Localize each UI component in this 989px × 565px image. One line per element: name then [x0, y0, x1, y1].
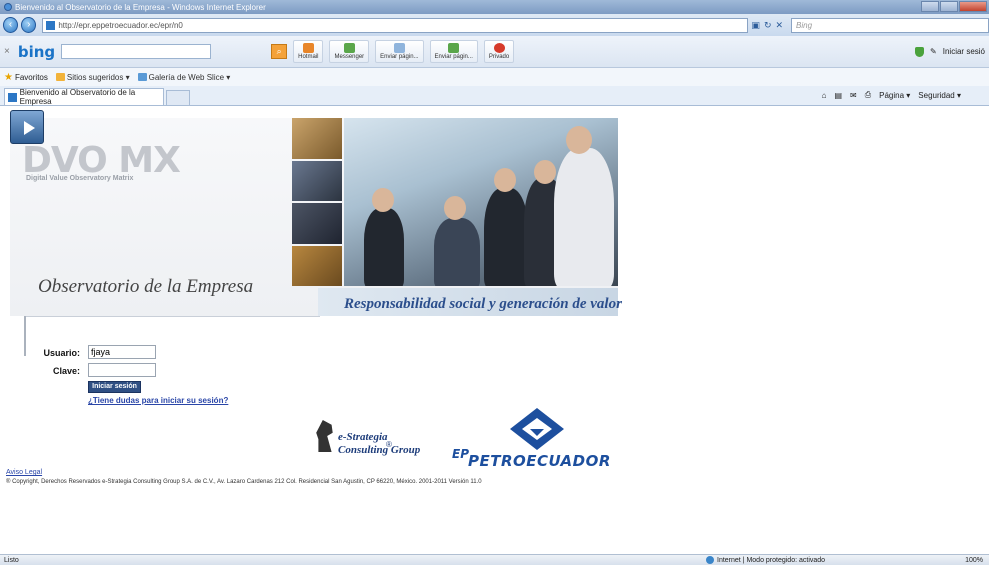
fav-web-slice[interactable]: Galería de Web Slice ▾ — [137, 73, 230, 82]
zoom-level[interactable]: 100% — [965, 557, 983, 564]
petroecuador-logo: PETROECUADOR — [468, 452, 611, 470]
username-label: Usuario: — [43, 348, 80, 358]
photo-strip — [292, 118, 342, 286]
photo-1 — [292, 118, 342, 159]
toolbar-right: ✎ Iniciar sesió — [915, 46, 985, 57]
window-controls — [921, 1, 987, 12]
signin-link[interactable]: Iniciar sesió — [943, 47, 985, 56]
page-favicon-icon — [46, 20, 56, 30]
send-page-button[interactable]: Enviar págin... — [375, 40, 424, 63]
forward-button[interactable]: › — [21, 17, 37, 33]
window-title: Bienvenido al Observatorio de la Empresa… — [15, 2, 266, 12]
back-button[interactable]: ‹ — [3, 17, 19, 33]
estrategia-logo-line1: e-Strategia — [338, 431, 388, 443]
print-icon[interactable]: ⎙ — [865, 90, 871, 100]
page-menu[interactable]: Página ▾ — [879, 91, 910, 100]
password-input[interactable] — [88, 363, 156, 377]
url-text: http://epr.eppetroecuador.ec/epr/n0 — [58, 20, 183, 30]
security-menu[interactable]: Seguridad ▾ — [918, 91, 961, 100]
shield-icon — [915, 46, 925, 57]
photo-2 — [292, 160, 342, 201]
hotmail-icon — [302, 43, 314, 53]
video-play-icon[interactable] — [10, 110, 44, 144]
registered-mark: ® — [386, 440, 392, 449]
password-label: Clave: — [52, 366, 80, 376]
toolbar-close-icon[interactable]: × — [4, 46, 10, 57]
minimize-button[interactable] — [921, 1, 939, 12]
new-tab-button[interactable] — [166, 90, 190, 105]
messenger-icon — [343, 43, 355, 53]
maximize-button[interactable] — [940, 1, 958, 12]
petroecuador-emblem-icon — [510, 408, 564, 450]
status-right: 100% — [965, 557, 983, 564]
username-input[interactable] — [88, 345, 156, 359]
ep-label: EP — [452, 447, 469, 461]
bing-toolbar: × bing ⌕ Hotmail Messenger Enviar págin.… — [0, 36, 989, 68]
zone-text: Internet | Modo protegido: activado — [717, 556, 826, 564]
login-button[interactable]: Iniciar sesión — [88, 381, 141, 393]
web-slice-icon — [137, 73, 147, 81]
copyright-text: ® Copyright, Derechos Reservados e-Strat… — [6, 479, 482, 485]
stop-icon[interactable]: ✕ — [775, 20, 783, 31]
photo-4 — [292, 245, 342, 286]
legal-notice-link[interactable]: Aviso Legal — [6, 469, 42, 476]
messenger-button[interactable]: Messenger — [329, 40, 370, 63]
favorites-label[interactable]: Favoritos — [15, 73, 48, 82]
tab-active[interactable]: Bienvenido al Observatorio de la Empresa — [4, 88, 164, 106]
photo-3 — [292, 203, 342, 244]
favorites-bar: ★ Favoritos Sitios sugeridos ▾ Galería d… — [0, 68, 989, 86]
address-tools: ▣ ↻ ✕ — [751, 20, 783, 31]
private-icon — [493, 43, 505, 53]
feeds-icon[interactable]: ▤ — [834, 91, 842, 100]
slogan: Responsabilidad social y generación de v… — [344, 296, 622, 312]
favorites-star-icon[interactable]: ★ — [4, 72, 13, 83]
close-button[interactable] — [959, 1, 987, 12]
pencil-icon[interactable]: ✎ — [930, 47, 937, 56]
globe-icon — [706, 556, 714, 564]
suggested-sites-icon — [55, 73, 65, 81]
status-bar: Listo Internet | Modo protegido: activad… — [0, 554, 989, 565]
mail-icon[interactable]: ✉ — [850, 91, 857, 100]
fav-suggested-sites[interactable]: Sitios sugeridos ▾ — [55, 73, 130, 82]
send-page-2-icon — [448, 43, 460, 53]
status-text: Listo — [4, 556, 19, 564]
hotmail-button[interactable]: Hotmail — [293, 40, 324, 63]
form-divider — [24, 316, 320, 317]
dvo-logo-subtitle: Digital Value Observatory Matrix — [26, 175, 134, 182]
compat-icon[interactable]: ▣ — [751, 20, 760, 31]
command-bar: ⌂ ▤ ✉ ⎙ Página ▾ Seguridad ▾ — [822, 90, 961, 100]
send-page-icon — [393, 43, 405, 53]
tab-favicon-icon — [8, 92, 17, 102]
page-title: Observatorio de la Empresa — [38, 276, 254, 297]
ie-icon — [4, 3, 12, 11]
search-placeholder: Bing — [796, 20, 813, 30]
meeting-photo — [344, 118, 618, 286]
send-page-button-2[interactable]: Enviar págin... — [429, 40, 478, 63]
bing-logo: bing — [17, 42, 56, 61]
security-zone: Internet | Modo protegido: activado — [706, 556, 825, 564]
refresh-icon[interactable]: ↻ — [764, 20, 772, 31]
estrategia-logo-line2: Consulting Group — [338, 444, 421, 456]
bing-search-button[interactable]: ⌕ — [271, 44, 288, 59]
home-icon[interactable]: ⌂ — [822, 91, 827, 100]
address-row: ‹ › http://epr.eppetroecuador.ec/epr/n0 … — [0, 14, 989, 36]
login-help-link[interactable]: ¿Tiene dudas para iniciar su sesión? — [88, 396, 228, 405]
tab-title: Bienvenido al Observatorio de la Empresa — [19, 88, 136, 106]
window-title-bar: Bienvenido al Observatorio de la Empresa… — [0, 0, 989, 14]
bing-search-input[interactable] — [61, 44, 212, 59]
search-input[interactable]: Bing — [791, 17, 989, 33]
private-button[interactable]: Privado — [483, 40, 515, 63]
address-bar[interactable]: http://epr.eppetroecuador.ec/epr/n0 — [42, 17, 749, 33]
